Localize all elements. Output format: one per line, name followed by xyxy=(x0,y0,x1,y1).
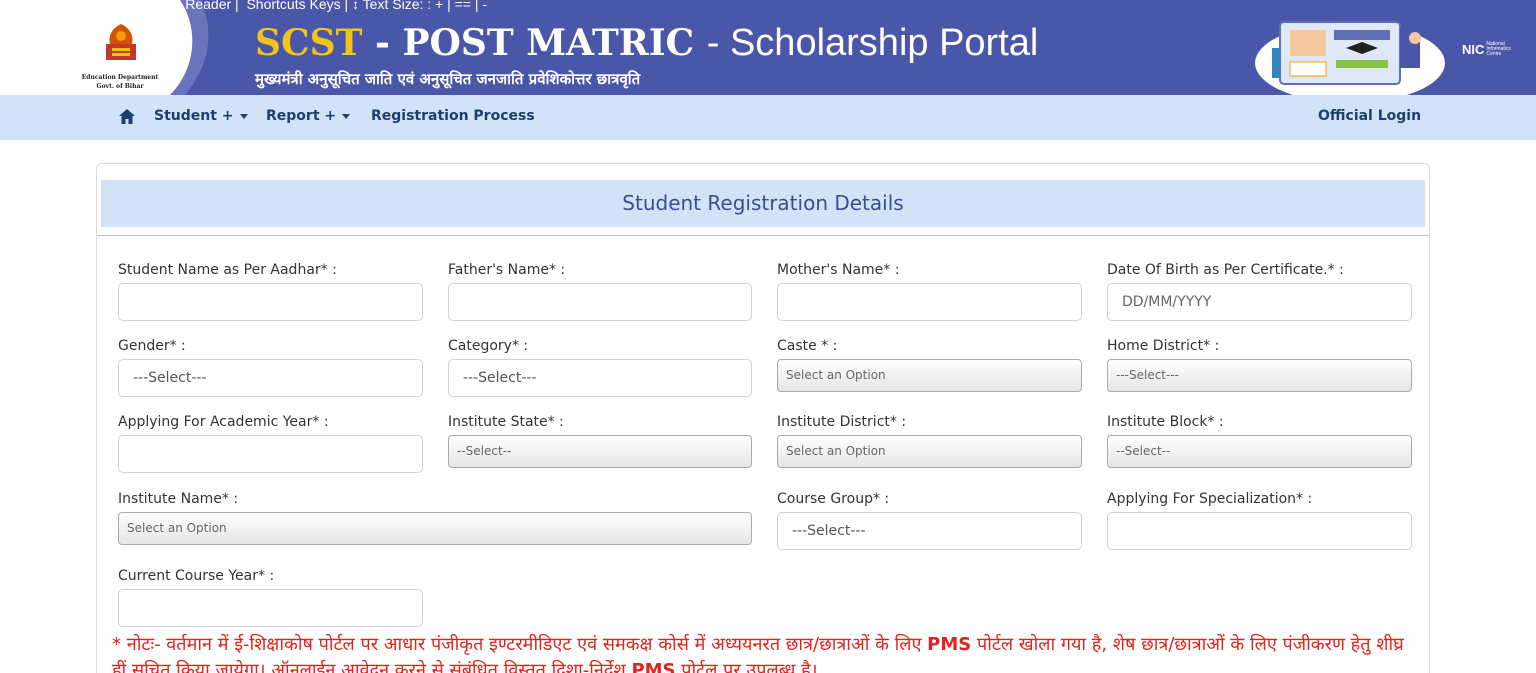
home-district-label: Home District* : xyxy=(1107,338,1220,354)
institute-block-select[interactable]: --Select-- xyxy=(1107,435,1412,468)
note-pms-2: PMS xyxy=(631,660,676,673)
course-group-select[interactable]: ---Select--- xyxy=(777,512,1082,550)
academic-year-input[interactable] xyxy=(118,435,423,473)
current-course-year-label: Current Course Year* : xyxy=(118,568,275,584)
accessibility-text[interactable]: Screen Reader | Shortcuts Keys | ↕ Text … xyxy=(137,0,487,12)
site-header: Screen Reader | Shortcuts Keys | ↕ Text … xyxy=(0,0,1536,95)
home-icon[interactable] xyxy=(118,108,136,125)
title-scholarship-portal: - Scholarship Portal xyxy=(706,22,1039,64)
gender-label: Gender* : xyxy=(118,338,186,354)
mother-name-label: Mother's Name* : xyxy=(777,262,900,278)
title-post-matric: - POST MATRIC xyxy=(362,22,707,64)
father-name-input[interactable] xyxy=(448,283,752,321)
note-text-3: पोर्टल पर उपलब्ध है। xyxy=(675,660,818,673)
nav-registration-process[interactable]: Registration Process xyxy=(371,108,535,124)
nav-student-menu[interactable]: Student + xyxy=(154,108,248,124)
academic-year-label: Applying For Academic Year* : xyxy=(118,414,329,430)
student-name-input[interactable] xyxy=(118,283,423,321)
dob-input[interactable]: DD/MM/YYYY xyxy=(1107,283,1412,321)
note-pms-1: PMS xyxy=(927,634,972,655)
panel-divider xyxy=(97,235,1429,236)
father-name-label: Father's Name* : xyxy=(448,262,566,278)
portal-subtitle: मुख्यमंत्री अनुसूचित जाति एवं अनुसूचित ज… xyxy=(255,70,641,88)
government-name: Govt. of Bihar xyxy=(96,83,144,90)
panel-title: Student Registration Details xyxy=(101,180,1425,227)
department-logo[interactable]: Education Department Govt. of Bihar xyxy=(70,14,190,94)
home-district-select[interactable]: ---Select--- xyxy=(1107,359,1412,392)
institute-block-label: Institute Block* : xyxy=(1107,414,1224,430)
category-label: Category* : xyxy=(448,338,529,354)
student-name-label: Student Name as Per Aadhar* : xyxy=(118,262,337,278)
nav-report-label: Report + xyxy=(266,108,337,124)
education-illustration-icon xyxy=(1255,21,1445,95)
dob-label: Date Of Birth as Per Certificate.* : xyxy=(1107,262,1344,278)
screen-reader-icon[interactable] xyxy=(118,0,131,10)
title-scst: SCST xyxy=(255,22,363,64)
institute-name-label: Institute Name* : xyxy=(118,491,239,507)
nav-report-menu[interactable]: Report + xyxy=(266,108,351,124)
institute-district-label: Institute District* : xyxy=(777,414,907,430)
institute-state-select[interactable]: --Select-- xyxy=(448,435,752,468)
course-group-label: Course Group* : xyxy=(777,491,890,507)
caste-label: Caste * : xyxy=(777,338,838,354)
official-login-link[interactable]: Official Login xyxy=(1318,108,1421,124)
portal-title: SCST - POST MATRIC - Scholarship Portal xyxy=(255,22,1038,71)
nic-caption: National Informatics Centre xyxy=(1486,41,1511,57)
note-text-1: * नोटः- वर्तमान में ई-शिक्षाकोष पोर्टल प… xyxy=(112,634,928,655)
current-course-year-input[interactable] xyxy=(118,589,423,627)
nav-student-label: Student + xyxy=(154,108,234,124)
accessibility-bar: Screen Reader | Shortcuts Keys | ↕ Text … xyxy=(118,0,487,14)
nic-logo[interactable]: NIC National Informatics Centre xyxy=(1462,41,1511,58)
nic-label: NIC xyxy=(1462,42,1485,57)
institute-state-label: Institute State* : xyxy=(448,414,564,430)
category-select[interactable]: ---Select--- xyxy=(448,359,752,397)
institute-district-select[interactable]: Select an Option xyxy=(777,435,1082,468)
main-navigation: Student + Report + Registration Process … xyxy=(0,95,1536,140)
specialization-input[interactable] xyxy=(1107,512,1412,550)
specialization-label: Applying For Specialization* : xyxy=(1107,491,1313,507)
mother-name-input[interactable] xyxy=(777,283,1082,321)
chevron-down-icon xyxy=(342,113,351,119)
bihar-emblem-icon xyxy=(106,24,136,60)
department-name: Education Department xyxy=(81,74,159,81)
gender-select[interactable]: ---Select--- xyxy=(118,359,423,397)
department-caption: Education Department Govt. of Bihar xyxy=(70,73,170,91)
institute-name-select[interactable]: Select an Option xyxy=(118,512,752,545)
registration-note: * नोटः- वर्तमान में ई-शिक्षाकोष पोर्टल प… xyxy=(112,632,1412,673)
chevron-down-icon xyxy=(239,113,248,119)
caste-select[interactable]: Select an Option xyxy=(777,359,1082,392)
